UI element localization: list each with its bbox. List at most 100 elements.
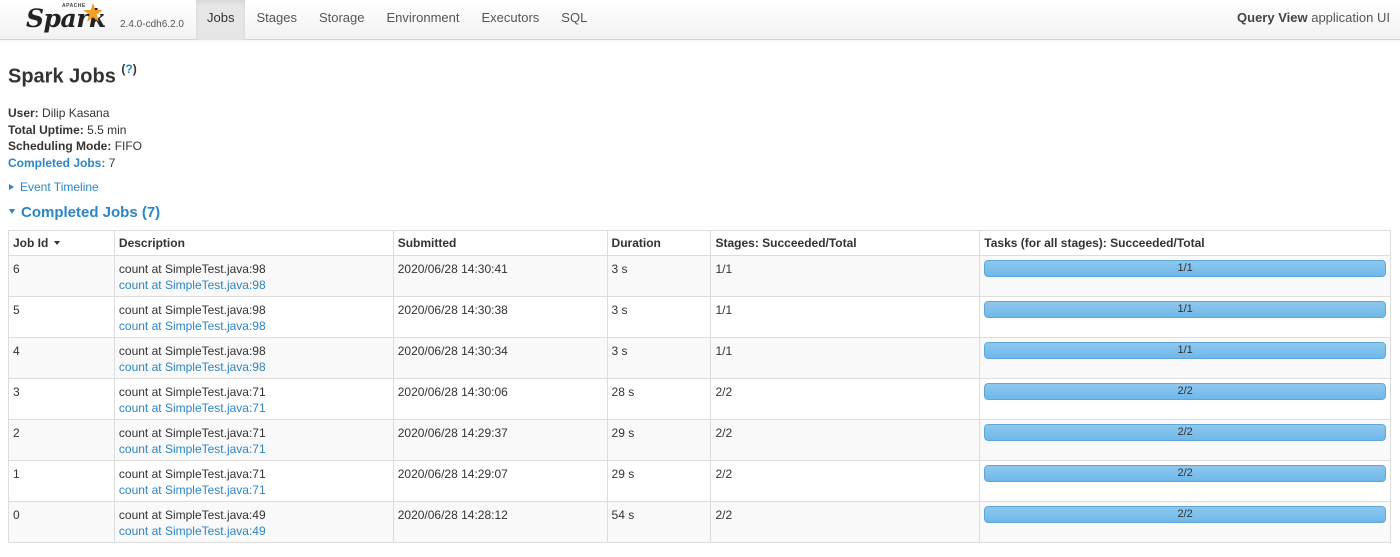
tasks-progress-bar: 2/2 [984, 506, 1386, 523]
star-icon [83, 2, 103, 22]
completed-jobs-table: Job Id Description Submitted Duration St… [8, 230, 1391, 543]
job-description-link[interactable]: count at SimpleTest.java:71 [119, 442, 266, 456]
completed-jobs-title: Completed Jobs (7) [21, 204, 161, 221]
app-name-suffix: application UI [1311, 10, 1390, 25]
uptime-label: Total Uptime: [8, 122, 84, 137]
app-name-bold: Query View [1237, 10, 1308, 25]
tab-sql[interactable]: SQL [550, 0, 598, 40]
job-description-link[interactable]: count at SimpleTest.java:71 [119, 483, 266, 497]
table-row: 6 count at SimpleTest.java:98 count at S… [8, 255, 1391, 297]
job-description-text: count at SimpleTest.java:98 [118, 303, 266, 317]
spark-logo[interactable]: APACHE Spark 2.4.0-cdh6.2.0 [24, 2, 194, 38]
help-superscript: (?) [121, 62, 137, 76]
job-stages: 2/2 [710, 460, 980, 502]
completed-value: 7 [108, 155, 116, 170]
job-id: 5 [8, 296, 115, 338]
job-submitted: 2020/06/28 14:30:34 [392, 337, 608, 379]
header-submitted[interactable]: Submitted [392, 230, 608, 256]
job-description: count at SimpleTest.java:71 count at Sim… [113, 419, 394, 461]
job-submitted: 2020/06/28 14:30:41 [392, 255, 608, 297]
table-row: 5 count at SimpleTest.java:98 count at S… [8, 296, 1391, 338]
event-timeline-label: Event Timeline [20, 180, 99, 194]
tasks-progress-bar: 1/1 [984, 260, 1386, 277]
header-tasks[interactable]: Tasks (for all stages): Succeeded/Total [979, 230, 1391, 256]
job-description: count at SimpleTest.java:98 count at Sim… [113, 255, 394, 297]
tab-environment[interactable]: Environment [376, 0, 471, 40]
job-stages: 1/1 [710, 296, 980, 338]
help-link[interactable]: ? [125, 62, 132, 76]
completed-label: Completed Jobs: [8, 155, 106, 170]
summary-user: User: Dilip Kasana [8, 105, 142, 122]
job-submitted: 2020/06/28 14:29:37 [392, 419, 608, 461]
job-description-text: count at SimpleTest.java:71 [118, 467, 266, 481]
job-description: count at SimpleTest.java:98 count at Sim… [113, 296, 394, 338]
job-description-text: count at SimpleTest.java:98 [118, 262, 266, 276]
job-submitted: 2020/06/28 14:28:12 [392, 501, 608, 543]
user-value: Dilip Kasana [42, 106, 110, 120]
job-duration: 3 s [606, 337, 711, 379]
tasks-progress-label: 2/2 [1177, 467, 1193, 479]
job-duration: 29 s [606, 460, 711, 502]
job-submitted: 2020/06/28 14:29:07 [392, 460, 608, 502]
job-submitted: 2020/06/28 14:30:38 [392, 296, 608, 338]
job-description-link[interactable]: count at SimpleTest.java:98 [119, 319, 266, 333]
tasks-progress-label: 1/1 [1177, 262, 1193, 274]
tasks-progress-bar: 2/2 [984, 383, 1386, 400]
caret-down-icon [54, 241, 61, 245]
user-label: User: [8, 106, 39, 120]
spark-version: 2.4.0-cdh6.2.0 [120, 19, 184, 30]
job-description-link[interactable]: count at SimpleTest.java:71 [119, 401, 266, 415]
job-id: 1 [8, 460, 115, 502]
tab-stages[interactable]: Stages [245, 0, 307, 40]
job-tasks: 1/1 [979, 337, 1391, 379]
tab-executors[interactable]: Executors [470, 0, 550, 40]
job-tasks: 2/2 [979, 501, 1391, 543]
job-description-link[interactable]: count at SimpleTest.java:98 [119, 278, 266, 292]
completed-jobs-link[interactable]: Completed Jobs: [8, 156, 105, 170]
tasks-progress-label: 2/2 [1177, 426, 1193, 438]
job-submitted: 2020/06/28 14:30:06 [392, 378, 608, 420]
job-tasks: 2/2 [979, 419, 1391, 461]
header-stages[interactable]: Stages: Succeeded/Total [710, 230, 980, 256]
tasks-progress-bar: 1/1 [984, 342, 1386, 359]
summary-scheduling-mode: Scheduling Mode: FIFO [8, 138, 142, 155]
job-stages: 2/2 [710, 378, 980, 420]
table-row: 3 count at SimpleTest.java:71 count at S… [8, 378, 1391, 420]
arrow-right-icon [9, 184, 14, 190]
job-id: 3 [8, 378, 115, 420]
event-timeline-toggle[interactable]: Event Timeline [9, 180, 99, 194]
job-tasks: 1/1 [979, 255, 1391, 297]
job-summary: User: Dilip Kasana Total Uptime: 5.5 min… [8, 105, 142, 171]
completed-jobs-header[interactable]: Completed Jobs (7) [9, 204, 160, 221]
job-description-link[interactable]: count at SimpleTest.java:98 [119, 360, 266, 374]
job-description: count at SimpleTest.java:49 count at Sim… [113, 501, 394, 543]
job-duration: 3 s [606, 255, 711, 297]
table-row: 4 count at SimpleTest.java:98 count at S… [8, 337, 1391, 379]
summary-uptime: Total Uptime: 5.5 min [8, 122, 142, 139]
application-name: Query View application UI [1237, 10, 1390, 25]
job-description-text: count at SimpleTest.java:98 [118, 344, 266, 358]
header-job-id[interactable]: Job Id [8, 230, 115, 256]
job-description-link[interactable]: count at SimpleTest.java:49 [119, 524, 266, 538]
mode-label: Scheduling Mode: [8, 139, 112, 153]
job-id: 2 [8, 419, 115, 461]
job-description-text: count at SimpleTest.java:71 [118, 426, 266, 440]
mode-value: FIFO [114, 139, 143, 153]
header-description[interactable]: Description [113, 230, 394, 256]
nav-tabs: Jobs Stages Storage Environment Executor… [196, 0, 598, 40]
job-description: count at SimpleTest.java:71 count at Sim… [113, 378, 394, 420]
table-body: 6 count at SimpleTest.java:98 count at S… [8, 255, 1391, 543]
job-stages: 1/1 [710, 337, 980, 379]
job-description: count at SimpleTest.java:71 count at Sim… [113, 460, 394, 502]
job-duration: 28 s [606, 378, 711, 420]
tab-jobs[interactable]: Jobs [196, 0, 246, 40]
job-id: 4 [8, 337, 115, 379]
tab-storage[interactable]: Storage [308, 0, 376, 40]
header-duration[interactable]: Duration [606, 230, 711, 256]
tasks-progress-bar: 2/2 [984, 465, 1386, 482]
job-description-text: count at SimpleTest.java:71 [118, 385, 266, 399]
job-stages: 1/1 [710, 255, 980, 297]
job-id: 6 [8, 255, 115, 297]
table-row: 1 count at SimpleTest.java:71 count at S… [8, 460, 1391, 502]
arrow-down-icon [9, 209, 15, 214]
